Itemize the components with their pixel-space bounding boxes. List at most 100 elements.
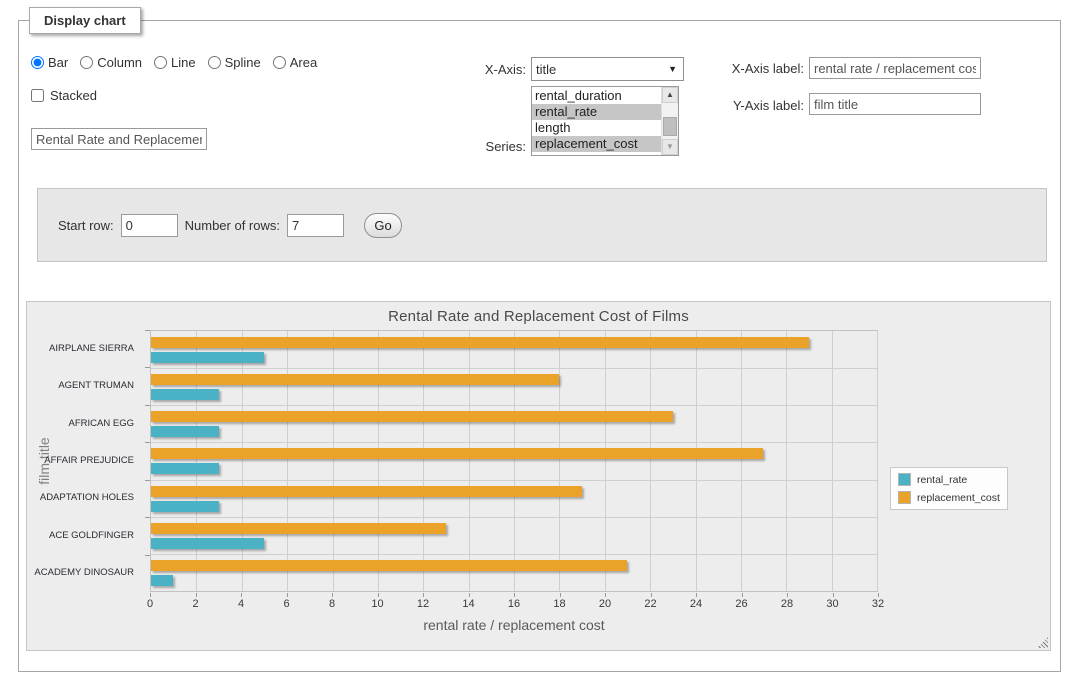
gridline [877, 331, 878, 591]
bar-replacement_cost[interactable] [151, 374, 559, 385]
category-label: AFRICAN EGG [27, 418, 142, 430]
series-option-rental_duration[interactable]: rental_duration [532, 88, 661, 104]
category-label: ACE GOLDFINGER [27, 530, 142, 542]
y-axis-label-input[interactable] [809, 93, 981, 115]
bar-rental_rate[interactable] [151, 389, 219, 400]
category-label: ADAPTATION HOLES [27, 492, 142, 504]
category-band [151, 331, 877, 368]
series-label: Series: [379, 139, 526, 154]
x-tick-label: 6 [283, 598, 289, 610]
x-tick-label: 14 [462, 598, 474, 610]
x-tick-label: 32 [872, 598, 884, 610]
plot-area [150, 330, 878, 592]
x-tick-mark [787, 593, 788, 597]
bar-rental_rate[interactable] [151, 575, 173, 586]
x-axis-title: rental rate / replacement cost [150, 617, 878, 633]
radio-label: Line [171, 55, 196, 70]
radio-area[interactable] [273, 56, 286, 69]
legend-swatch [898, 491, 911, 504]
category-band [151, 554, 877, 591]
bar-replacement_cost[interactable] [151, 560, 627, 571]
legend-item: replacement_cost [898, 491, 1000, 504]
category-band [151, 405, 877, 442]
radio-line[interactable] [154, 56, 167, 69]
x-tick-label: 26 [735, 598, 747, 610]
stacked-checkbox-row[interactable]: Stacked [31, 88, 97, 103]
x-tick-label: 18 [553, 598, 565, 610]
chart-type-option-spline[interactable]: Spline [208, 55, 261, 70]
series-option-rental_rate[interactable]: rental_rate [532, 104, 661, 120]
x-tick-label: 0 [147, 598, 153, 610]
x-tick-label: 22 [644, 598, 656, 610]
chart-type-option-column[interactable]: Column [80, 55, 142, 70]
x-tick-label: 10 [371, 598, 383, 610]
category-label: ACADEMY DINOSAUR [27, 567, 142, 579]
scroll-down-icon[interactable]: ▼ [662, 139, 678, 155]
x-tick-mark [378, 593, 379, 597]
x-tick-mark [878, 593, 879, 597]
x-tick-mark [241, 593, 242, 597]
resize-handle-icon[interactable] [1037, 637, 1048, 648]
chart-type-option-area[interactable]: Area [273, 55, 317, 70]
x-tick-label: 24 [690, 598, 702, 610]
chart-panel: Rental Rate and Replacement Cost of Film… [26, 301, 1051, 651]
x-tick-mark [332, 593, 333, 597]
bar-replacement_cost[interactable] [151, 523, 446, 534]
x-axis-label-label: X-Axis label: [659, 61, 804, 76]
radio-label: Column [97, 55, 142, 70]
chart-legend: rental_ratereplacement_cost [890, 467, 1008, 510]
radio-spline[interactable] [208, 56, 221, 69]
start-row-label: Start row: [58, 218, 114, 233]
series-option-replacement_cost[interactable]: replacement_cost [532, 136, 661, 152]
legend-swatch [898, 473, 911, 486]
fieldset-legend: Display chart [29, 7, 141, 34]
num-rows-label: Number of rows: [185, 218, 280, 233]
x-tick-mark [696, 593, 697, 597]
chart-type-option-bar[interactable]: Bar [31, 55, 68, 70]
category-label: AFFAIR PREJUDICE [27, 455, 142, 467]
chart-title-input[interactable] [31, 128, 207, 150]
category-band [151, 517, 877, 554]
start-row-input[interactable] [121, 214, 178, 237]
radio-label: Spline [225, 55, 261, 70]
category-band [151, 480, 877, 517]
x-tick-mark [469, 593, 470, 597]
x-tick-mark [651, 593, 652, 597]
bar-rental_rate[interactable] [151, 426, 219, 437]
chart-type-option-line[interactable]: Line [154, 55, 196, 70]
bar-replacement_cost[interactable] [151, 486, 582, 497]
display-chart-fieldset: Display chart BarColumnLineSplineArea St… [18, 20, 1061, 672]
x-tick-label: 16 [508, 598, 520, 610]
x-tick-label: 28 [781, 598, 793, 610]
bar-rental_rate[interactable] [151, 463, 219, 474]
radio-bar[interactable] [31, 56, 44, 69]
x-tick-label: 8 [329, 598, 335, 610]
scrollbar-thumb[interactable] [663, 117, 677, 136]
radio-column[interactable] [80, 56, 93, 69]
bar-rental_rate[interactable] [151, 352, 264, 363]
x-tick-mark [150, 593, 151, 597]
x-tick-label: 30 [826, 598, 838, 610]
x-tick-mark [196, 593, 197, 597]
x-tick-mark [287, 593, 288, 597]
bar-rental_rate[interactable] [151, 538, 264, 549]
series-listbox[interactable]: rental_durationrental_ratelengthreplacem… [531, 86, 679, 156]
x-tick-label: 12 [417, 598, 429, 610]
bar-replacement_cost[interactable] [151, 337, 809, 348]
stacked-checkbox[interactable] [31, 89, 44, 102]
radio-label: Area [290, 55, 317, 70]
category-band [151, 368, 877, 405]
x-tick-label: 20 [599, 598, 611, 610]
bar-rental_rate[interactable] [151, 501, 219, 512]
go-button[interactable]: Go [364, 213, 402, 238]
legend-label: replacement_cost [917, 492, 1000, 504]
num-rows-input[interactable] [287, 214, 344, 237]
x-tick-mark [560, 593, 561, 597]
x-tick-mark [742, 593, 743, 597]
bar-replacement_cost[interactable] [151, 448, 763, 459]
chart-title: Rental Rate and Replacement Cost of Film… [27, 308, 1050, 325]
series-option-length[interactable]: length [532, 120, 661, 136]
x-axis-label-input[interactable] [809, 57, 981, 79]
bar-replacement_cost[interactable] [151, 411, 673, 422]
y-tick-mark [145, 442, 150, 443]
